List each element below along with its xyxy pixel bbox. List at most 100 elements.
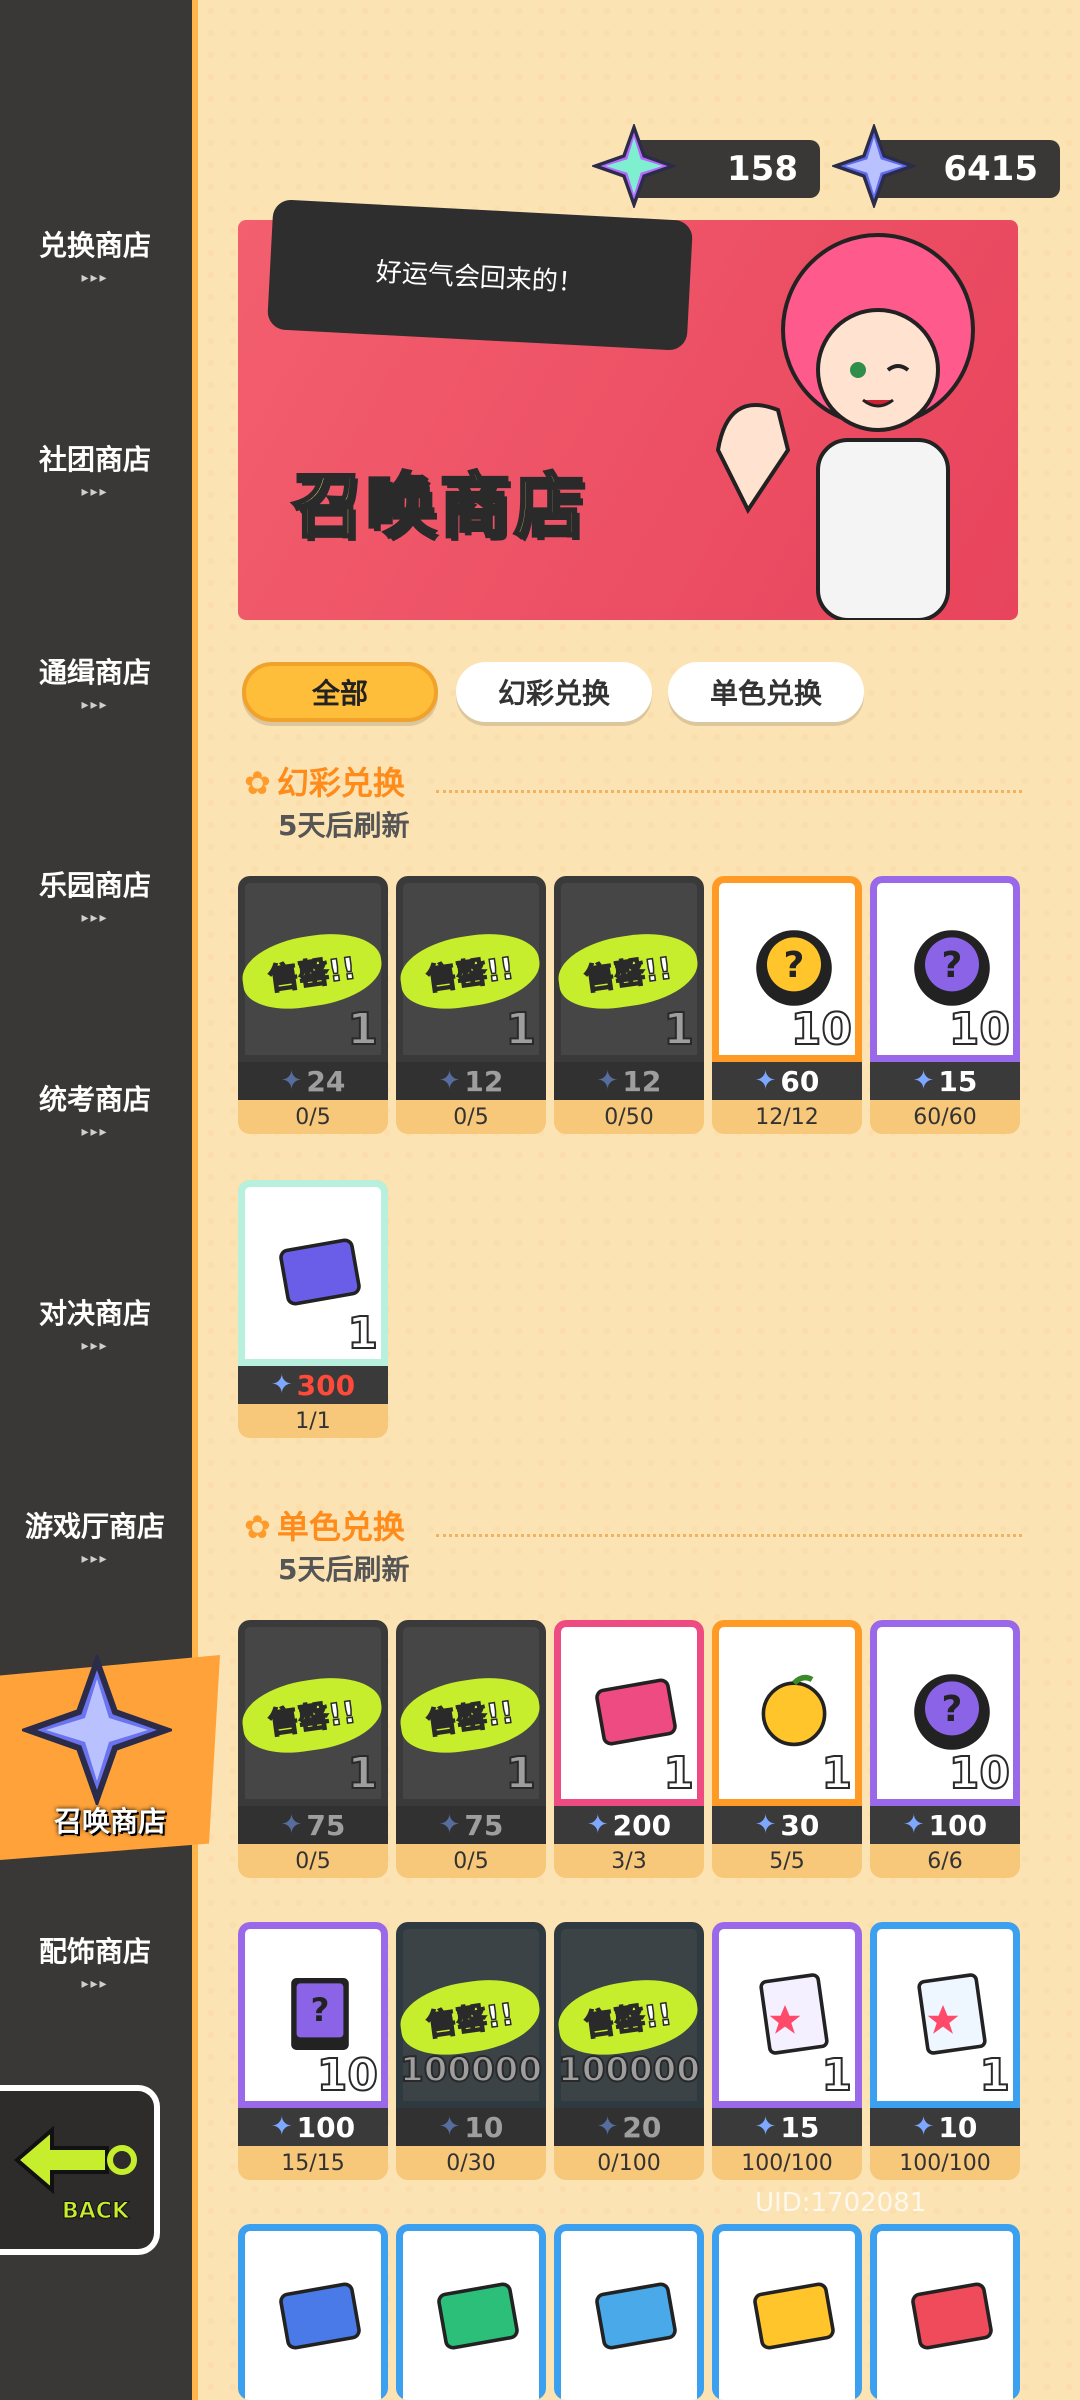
shop-item[interactable]: 1 ✦ 75 0/5 售罄!! bbox=[238, 1620, 388, 1878]
blue-star-count: 6415 bbox=[943, 149, 1038, 189]
ticket-icon bbox=[279, 2282, 361, 2350]
sidebar-item-arcade-shop[interactable]: 游戏厅商店 ▸▸▸ bbox=[0, 1481, 190, 1591]
golden-apple-icon bbox=[761, 1674, 827, 1747]
shop-item[interactable]: 1 ✦ 300 1/1 bbox=[238, 1180, 388, 1438]
purchase-limit: 0/5 bbox=[453, 1104, 489, 1130]
item-quantity: 10 bbox=[948, 1003, 1011, 1056]
price-value: 60 bbox=[780, 1064, 820, 1098]
purchase-limit: 60/60 bbox=[913, 1104, 977, 1130]
back-label: BACK bbox=[62, 2199, 130, 2224]
more-dots: ▸▸▸ bbox=[81, 697, 109, 713]
section-divider bbox=[436, 790, 1022, 793]
shop-item[interactable] bbox=[238, 2224, 388, 2400]
item-card bbox=[712, 2224, 862, 2400]
purchase-limit: 0/5 bbox=[453, 1848, 489, 1874]
sidebar-item-exam-shop[interactable]: 统考商店 ▸▸▸ bbox=[0, 1054, 190, 1164]
ticket-icon bbox=[911, 2282, 993, 2350]
shop-item[interactable]: 1 ✦ 200 3/3 bbox=[554, 1620, 704, 1878]
sidebar-item-label: 乐园商店 bbox=[38, 869, 151, 902]
shop-item[interactable]: ? 10 ✦ 15 60/60 bbox=[870, 876, 1020, 1134]
tab-rainbow-exchange[interactable]: 幻彩兑换 bbox=[456, 662, 652, 722]
rainbow-star-icon bbox=[592, 124, 676, 208]
mascot-illustration bbox=[715, 233, 975, 620]
purchase-limit: 0/30 bbox=[446, 2150, 496, 2176]
item-quantity: 1 bbox=[346, 1307, 379, 1360]
shop-item[interactable]: ? 10 ✦ 60 12/12 bbox=[712, 876, 862, 1134]
price-value: 300 bbox=[296, 1368, 356, 1402]
sidebar-item-label: 配饰商店 bbox=[38, 1935, 151, 1968]
shop-item[interactable] bbox=[554, 2224, 704, 2400]
sidebar-item-label: 统考商店 bbox=[38, 1083, 151, 1116]
item-card bbox=[870, 2224, 1020, 2400]
flower-icon: ✿ bbox=[244, 764, 271, 802]
mystery-box-icon: ? bbox=[914, 1674, 990, 1750]
shop-item[interactable]: 1 ✦ 30 5/5 bbox=[712, 1620, 862, 1878]
ticket-icon bbox=[437, 2282, 519, 2350]
shop-item[interactable]: 1 ✦ 75 0/5 售罄!! bbox=[396, 1620, 546, 1878]
sidebar-item-label: 召唤商店 bbox=[53, 1805, 166, 1838]
ticket-icon bbox=[753, 2282, 835, 2350]
item-card bbox=[554, 2224, 704, 2400]
item-price: ✦ 100 bbox=[870, 1806, 1020, 1844]
sidebar-item-wanted-shop[interactable]: 通缉商店 ▸▸▸ bbox=[0, 627, 190, 737]
shop-item[interactable] bbox=[870, 2224, 1020, 2400]
section-title-rainbow: ✿ 幻彩兑换 bbox=[244, 758, 405, 804]
svg-text:?: ? bbox=[784, 945, 805, 986]
item-price: ✦ 10 bbox=[870, 2108, 1020, 2146]
tab-label: 单色兑换 bbox=[709, 677, 822, 710]
sidebar-item-park-shop[interactable]: 乐园商店 ▸▸▸ bbox=[0, 840, 190, 950]
item-quantity: 1 bbox=[662, 1747, 695, 1800]
purchase-limit: 100/100 bbox=[741, 2150, 833, 2176]
sticker-pack-icon bbox=[759, 1973, 829, 2055]
item-card bbox=[238, 2224, 388, 2400]
blue-star-icon: ✦ bbox=[270, 2112, 293, 2142]
sidebar-item-exchange-shop[interactable]: 兑换商店 ▸▸▸ bbox=[0, 200, 190, 310]
shop-item[interactable]: 1 ✦ 12 0/50 售罄!! bbox=[554, 876, 704, 1134]
tab-label: 幻彩兑换 bbox=[497, 677, 610, 710]
shop-item[interactable]: 1 ✦ 24 0/5 售罄!! bbox=[238, 876, 388, 1134]
item-price: ✦ 200 bbox=[554, 1806, 704, 1844]
more-dots: ▸▸▸ bbox=[81, 1124, 109, 1140]
shop-item[interactable]: 100000 ✦ 20 0/100 售罄!! bbox=[554, 1922, 704, 2180]
shop-item[interactable]: ? 10 ✦ 100 6/6 bbox=[870, 1620, 1020, 1878]
sidebar-item-duel-shop[interactable]: 对决商店 ▸▸▸ bbox=[0, 1268, 190, 1378]
more-dots: ▸▸▸ bbox=[81, 1338, 109, 1354]
shop-item[interactable]: ? 10 ✦ 100 15/15 bbox=[238, 1922, 388, 2180]
back-button[interactable]: BACK bbox=[0, 2085, 160, 2255]
tab-mono-exchange[interactable]: 单色兑换 bbox=[668, 662, 864, 722]
item-price: ✦ 15 bbox=[712, 2108, 862, 2146]
tab-label: 全部 bbox=[311, 677, 368, 710]
svg-text:?: ? bbox=[311, 1991, 330, 2029]
ticket-icon bbox=[279, 1238, 361, 1306]
mystery-box-icon: ? bbox=[756, 930, 832, 1006]
price-value: 100 bbox=[928, 1808, 988, 1842]
item-price: ✦ 60 bbox=[712, 1062, 862, 1100]
purchase-limit: 3/3 bbox=[611, 1848, 647, 1874]
sidebar-item-club-shop[interactable]: 社团商店 ▸▸▸ bbox=[0, 414, 190, 524]
item-quantity: 10 bbox=[316, 2049, 379, 2102]
sidebar-item-label: 游戏厅商店 bbox=[24, 1510, 165, 1543]
sidebar-item-label: 社团商店 bbox=[38, 443, 151, 476]
sidebar-item-accessory-shop[interactable]: 配饰商店 ▸▸▸ bbox=[0, 1906, 190, 2016]
section-divider bbox=[436, 1534, 1022, 1537]
shop-item[interactable] bbox=[396, 2224, 546, 2400]
tab-all[interactable]: 全部 bbox=[242, 662, 438, 722]
price-value: 10 bbox=[938, 2110, 978, 2144]
item-quantity: 1 bbox=[978, 2049, 1011, 2102]
refresh-timer: 5天后刷新 bbox=[278, 1553, 410, 1586]
purchase-limit: 0/50 bbox=[604, 1104, 654, 1130]
section-title-text: 幻彩兑换 bbox=[276, 764, 405, 802]
refresh-timer: 5天后刷新 bbox=[278, 809, 410, 842]
shop-item[interactable]: 1 ✦ 12 0/5 售罄!! bbox=[396, 876, 546, 1134]
shop-item[interactable]: 100000 ✦ 10 0/30 售罄!! bbox=[396, 1922, 546, 2180]
purchase-limit: 0/5 bbox=[295, 1848, 331, 1874]
shop-item[interactable]: 1 ✦ 15 100/100 bbox=[712, 1922, 862, 2180]
sidebar-item-label: 对决商店 bbox=[38, 1297, 151, 1330]
purchase-limit: 5/5 bbox=[769, 1848, 805, 1874]
rainbow-star-icon: ✦ bbox=[912, 1066, 935, 1096]
sidebar-item-label: 通缉商店 bbox=[38, 656, 151, 689]
blue-star-icon: ✦ bbox=[754, 2112, 777, 2142]
shop-item[interactable]: 1 ✦ 10 100/100 bbox=[870, 1922, 1020, 2180]
blue-star-icon: ✦ bbox=[902, 1810, 925, 1840]
shop-item[interactable] bbox=[712, 2224, 862, 2400]
